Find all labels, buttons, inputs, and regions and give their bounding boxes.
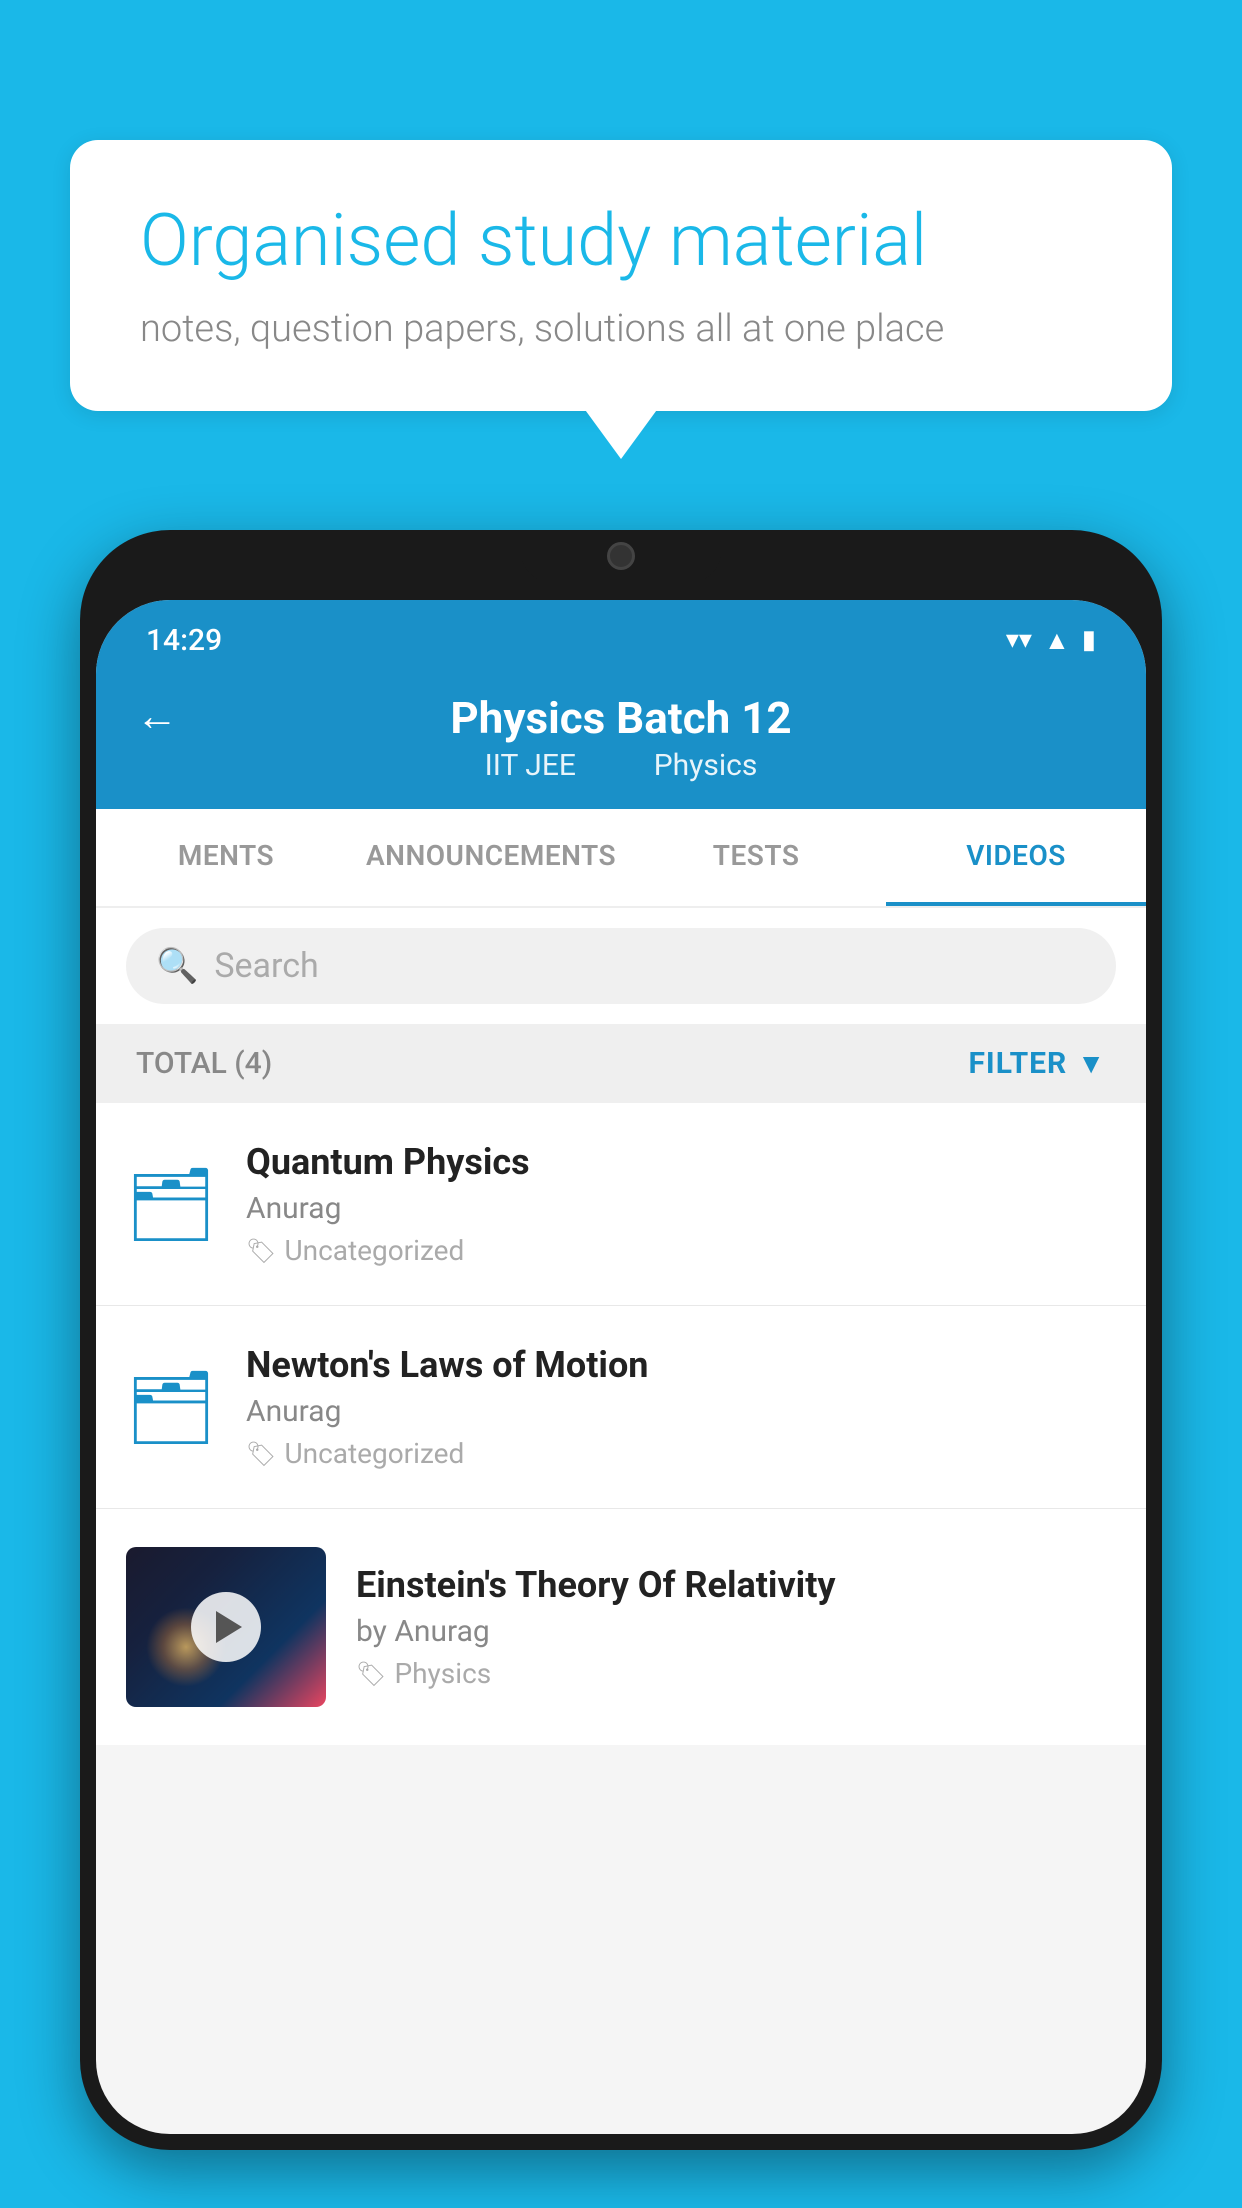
video-folder-icon-wrap: 🗂: [126, 1365, 216, 1450]
video-tag: 🏷 Uncategorized: [246, 1234, 1116, 1267]
video-author: Anurag: [246, 1191, 1116, 1226]
tag-icon: 🏷: [246, 1440, 276, 1468]
speech-bubble-section: Organised study material notes, question…: [70, 140, 1172, 411]
subtitle-physics: Physics: [654, 748, 758, 783]
phone-notch: [521, 530, 721, 582]
phone-frame: 14:29 ▾▾ ▲ ▮ ← Physics Batch 12 IIT JEE …: [80, 530, 1162, 2150]
app-bar: ← Physics Batch 12 IIT JEE Physics: [96, 670, 1146, 809]
subtitle-separator: [607, 748, 629, 783]
list-item[interactable]: Einstein's Theory Of Relativity by Anura…: [96, 1509, 1146, 1745]
bubble-title: Organised study material: [140, 200, 1102, 283]
front-camera: [607, 542, 635, 570]
status-bar: 14:29 ▾▾ ▲ ▮: [96, 600, 1146, 670]
tag-icon: 🏷: [246, 1237, 276, 1265]
play-icon: [216, 1611, 242, 1643]
search-input[interactable]: Search: [214, 946, 318, 986]
video-title: Quantum Physics: [246, 1141, 1116, 1183]
tag-label: Physics: [394, 1657, 491, 1690]
subtitle-iit: IIT JEE: [485, 748, 576, 783]
video-title: Einstein's Theory Of Relativity: [356, 1564, 1116, 1606]
video-author: by Anurag: [356, 1614, 1116, 1649]
search-bar[interactable]: 🔍 Search: [126, 928, 1116, 1004]
tag-icon: 🏷: [356, 1660, 386, 1688]
wifi-icon: ▾▾: [1006, 625, 1032, 655]
folder-icon: 🗂: [125, 1365, 216, 1450]
back-button[interactable]: ←: [136, 692, 178, 741]
video-info: Quantum Physics Anurag 🏷 Uncategorized: [246, 1141, 1116, 1267]
status-time: 14:29: [146, 623, 222, 658]
speech-bubble: Organised study material notes, question…: [70, 140, 1172, 411]
list-item[interactable]: 🗂 Newton's Laws of Motion Anurag 🏷 Uncat…: [96, 1306, 1146, 1509]
search-icon: 🔍: [156, 946, 198, 986]
app-bar-title: Physics Batch 12: [450, 692, 791, 744]
video-tag: 🏷 Physics: [356, 1657, 1116, 1690]
battery-icon: ▮: [1082, 625, 1096, 655]
search-bar-container: 🔍 Search: [96, 908, 1146, 1024]
video-tag: 🏷 Uncategorized: [246, 1437, 1116, 1470]
folder-icon: 🗂: [125, 1162, 216, 1247]
signal-icon: ▲: [1044, 625, 1070, 656]
tab-announcements[interactable]: ANNOUNCEMENTS: [356, 809, 626, 906]
app-bar-subtitle: IIT JEE Physics: [473, 748, 770, 783]
list-item[interactable]: 🗂 Quantum Physics Anurag 🏷 Uncategorized: [96, 1103, 1146, 1306]
phone-screen: 14:29 ▾▾ ▲ ▮ ← Physics Batch 12 IIT JEE …: [96, 600, 1146, 2134]
total-count: TOTAL (4): [136, 1046, 272, 1081]
phone-wrapper: 14:29 ▾▾ ▲ ▮ ← Physics Batch 12 IIT JEE …: [80, 530, 1162, 2208]
filter-icon: ▼: [1077, 1047, 1106, 1080]
tab-tests[interactable]: TESTS: [626, 809, 886, 906]
video-info: Newton's Laws of Motion Anurag 🏷 Uncateg…: [246, 1344, 1116, 1470]
filter-button[interactable]: FILTER ▼: [968, 1046, 1106, 1081]
filter-bar: TOTAL (4) FILTER ▼: [96, 1024, 1146, 1103]
bubble-subtitle: notes, question papers, solutions all at…: [140, 307, 1102, 351]
tag-label: Uncategorized: [284, 1234, 464, 1267]
status-icons: ▾▾ ▲ ▮: [1006, 625, 1096, 656]
video-info: Einstein's Theory Of Relativity by Anura…: [356, 1564, 1116, 1690]
video-author: Anurag: [246, 1394, 1116, 1429]
tab-ments[interactable]: MENTS: [96, 809, 356, 906]
play-button[interactable]: [191, 1592, 261, 1662]
tag-label: Uncategorized: [284, 1437, 464, 1470]
filter-label: FILTER: [968, 1046, 1067, 1081]
tab-bar: MENTS ANNOUNCEMENTS TESTS VIDEOS: [96, 809, 1146, 908]
video-folder-icon-wrap: 🗂: [126, 1162, 216, 1247]
video-thumbnail: [126, 1547, 326, 1707]
video-title: Newton's Laws of Motion: [246, 1344, 1116, 1386]
tab-videos[interactable]: VIDEOS: [886, 809, 1146, 906]
